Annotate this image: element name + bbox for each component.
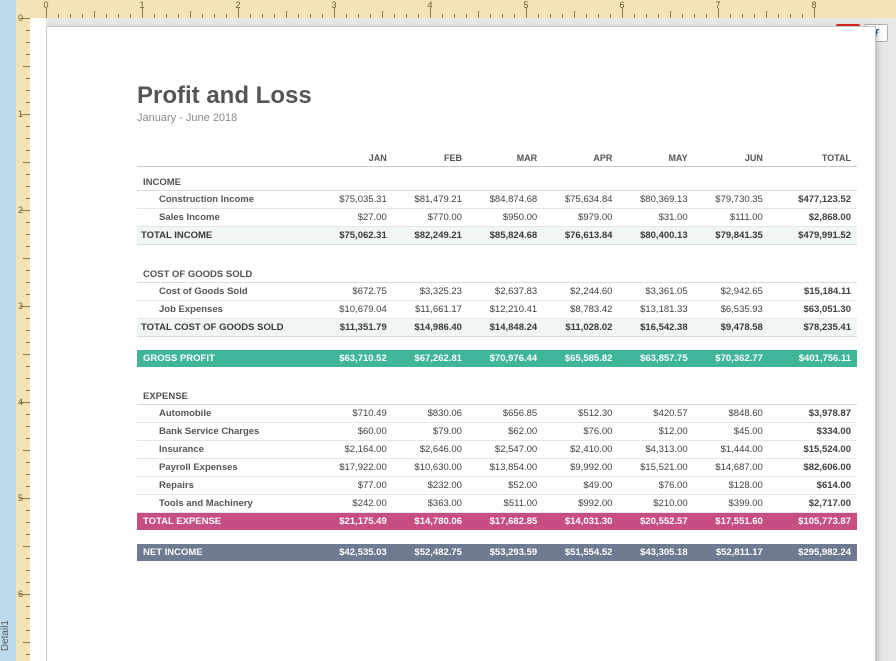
- vertical-ruler[interactable]: 01234567: [16, 18, 30, 661]
- table-row: Repairs$77.00$232.00$52.00$49.00$76.00$1…: [137, 477, 857, 495]
- corner-blue: [0, 0, 16, 18]
- table-row: Bank Service Charges$60.00$79.00$62.00$7…: [137, 423, 857, 441]
- table-header-row: JAN FEB MAR APR MAY JUN TOTAL: [137, 150, 857, 167]
- report-subtitle: January - June 2018: [137, 112, 857, 124]
- report-body: Profit and Loss January - June 2018 JAN …: [137, 82, 857, 561]
- table-row: Job Expenses$10,679.04$11,661.17$12,210.…: [137, 300, 857, 318]
- table-row: Construction Income$75,035.31$81,479.21$…: [137, 191, 857, 209]
- design-surface[interactable]: PDF f Profit and Loss January - June 201…: [46, 18, 896, 661]
- col-total: TOTAL: [769, 150, 857, 167]
- section-header: COST OF GOODS SOLD: [137, 259, 857, 283]
- table-row: Cost of Goods Sold$672.75$3,325.23$2,637…: [137, 282, 857, 300]
- table-row: Payroll Expenses$17,922.00$10,630.00$13,…: [137, 459, 857, 477]
- section-header: INCOME: [137, 167, 857, 191]
- col-apr: APR: [543, 150, 618, 167]
- table-row: GROSS PROFIT$63,710.52$67,262.81$70,976.…: [137, 350, 857, 367]
- col-jun: JUN: [694, 150, 769, 167]
- table-row: Automobile$710.49$830.06$656.85$512.30$4…: [137, 405, 857, 423]
- report-page[interactable]: Profit and Loss January - June 2018 JAN …: [46, 26, 876, 661]
- table-row: NET INCOME$42,535.03$52,482.75$53,293.59…: [137, 544, 857, 561]
- band-label: Detail1: [0, 620, 16, 651]
- col-mar: MAR: [468, 150, 543, 167]
- table-row: Insurance$2,164.00$2,646.00$2,547.00$2,4…: [137, 441, 857, 459]
- report-title: Profit and Loss: [137, 82, 857, 110]
- col-feb: FEB: [393, 150, 468, 167]
- pl-table: JAN FEB MAR APR MAY JUN TOTAL INCOMECons…: [137, 150, 857, 561]
- table-row: Tools and Machinery$242.00$363.00$511.00…: [137, 495, 857, 513]
- col-jan: JAN: [318, 150, 393, 167]
- band-gutter[interactable]: Detail1: [0, 18, 16, 661]
- section-header: EXPENSE: [137, 381, 857, 405]
- designer-root: { "designer": { "band_label": "Detail1",…: [0, 0, 896, 661]
- table-row: TOTAL COST OF GOODS SOLD$11,351.79$14,98…: [137, 318, 857, 336]
- table-row: Sales Income$27.00$770.00$950.00$979.00$…: [137, 209, 857, 227]
- col-may: MAY: [618, 150, 693, 167]
- table-row: TOTAL EXPENSE$21,175.49$14,780.06$17,682…: [137, 513, 857, 531]
- horizontal-ruler[interactable]: 012345678: [46, 0, 896, 18]
- table-row: TOTAL INCOME$75,062.31$82,249.21$85,824.…: [137, 227, 857, 245]
